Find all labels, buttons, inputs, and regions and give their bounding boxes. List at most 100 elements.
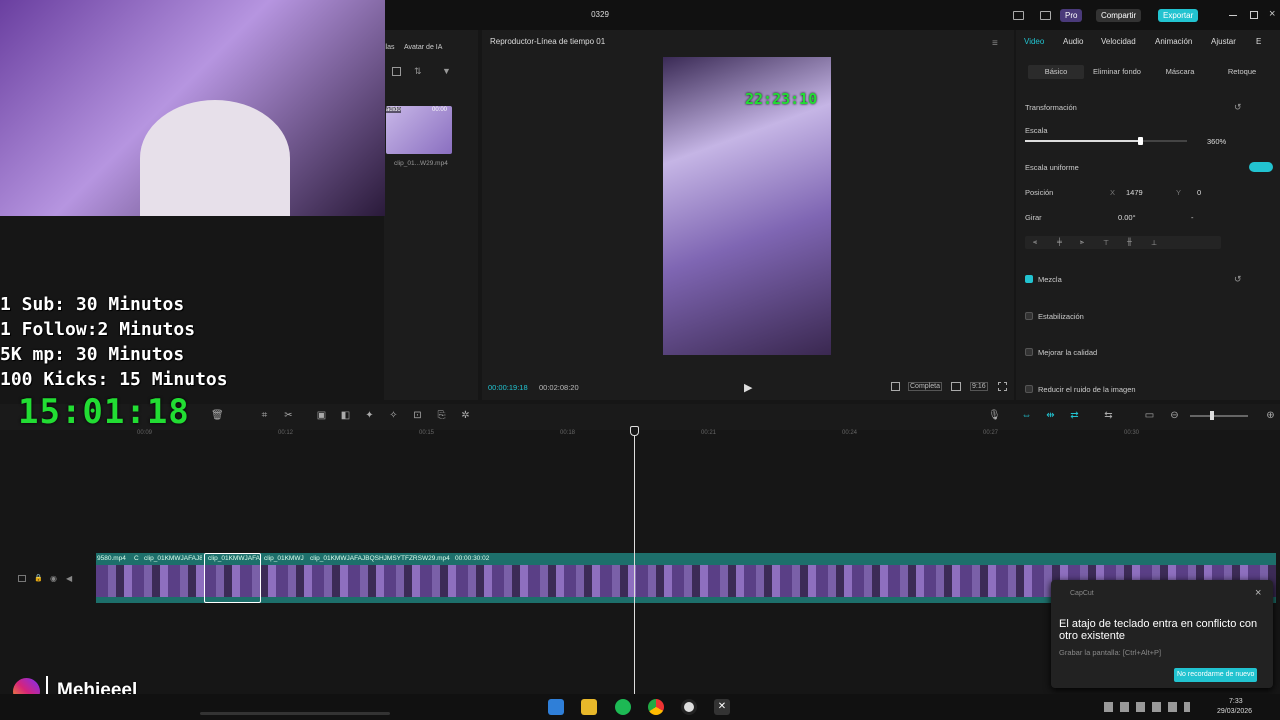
- playhead-handle[interactable]: [630, 426, 639, 436]
- quality-selector[interactable]: Completa: [908, 382, 942, 391]
- pro-label: Pro: [1065, 11, 1078, 20]
- align-top-icon[interactable]: ⊤: [1103, 239, 1109, 247]
- microphone-icon[interactable]: 🎙: [988, 410, 1001, 421]
- toast-close-icon[interactable]: ×: [1255, 587, 1261, 599]
- export-frame-icon[interactable]: ⎘: [436, 410, 447, 421]
- pos-y-input[interactable]: 0: [1197, 188, 1201, 197]
- screenshot-icon[interactable]: [951, 382, 961, 391]
- crop-icon[interactable]: [891, 382, 900, 391]
- effects-icon[interactable]: ✦: [364, 410, 375, 421]
- toast-dismiss-button[interactable]: No recordarme de nuevo: [1174, 668, 1258, 682]
- ratio-selector[interactable]: 9:16: [970, 382, 988, 391]
- toast-message: El atajo de teclado entra en conflicto c…: [1059, 618, 1258, 642]
- capcut-icon[interactable]: ✕: [714, 699, 730, 715]
- ruler-tick: 00:24: [842, 430, 858, 436]
- file-explorer-icon[interactable]: [581, 699, 597, 715]
- scale-slider-handle[interactable]: [1138, 137, 1143, 145]
- scale-slider-track[interactable]: [1025, 140, 1187, 142]
- taskbar: [0, 694, 1280, 720]
- stabilize-checkbox[interactable]: [1025, 312, 1033, 320]
- snap-icon[interactable]: ⇄: [1069, 410, 1080, 421]
- align-center-icon[interactable]: ╪: [1057, 239, 1062, 246]
- caption-icon[interactable]: ▭: [1144, 410, 1155, 421]
- preview-axis-icon[interactable]: ⇆: [1103, 410, 1114, 421]
- zoom-in-icon[interactable]: ⊕: [1265, 410, 1276, 421]
- player-menu-icon[interactable]: ≡: [992, 38, 998, 49]
- windows-start-icon[interactable]: [548, 699, 564, 715]
- minimize-icon[interactable]: [1229, 15, 1237, 16]
- improve-checkbox[interactable]: [1025, 348, 1033, 356]
- transform-label[interactable]: Transformación: [1025, 103, 1077, 112]
- media-thumbnail[interactable]: [386, 106, 452, 154]
- subtab-mask[interactable]: Máscara: [1152, 65, 1208, 79]
- magic-icon[interactable]: ✧: [388, 410, 399, 421]
- ruler-tick: 00:30: [1124, 430, 1140, 436]
- subtab-retouch[interactable]: Retoque: [1214, 65, 1270, 79]
- reset-icon[interactable]: ↺: [1234, 102, 1242, 113]
- zoom-handle[interactable]: [1210, 411, 1214, 420]
- align-middle-icon[interactable]: ╫: [1127, 239, 1132, 246]
- maximize-icon[interactable]: [1250, 11, 1258, 19]
- grid-view-icon[interactable]: [392, 67, 401, 76]
- tab-video[interactable]: Video: [1024, 37, 1044, 46]
- split-icon[interactable]: ✂: [283, 410, 294, 421]
- pos-x-input[interactable]: 1479: [1126, 188, 1143, 197]
- track-visibility-icon[interactable]: ◉: [50, 574, 57, 583]
- close-icon[interactable]: ×: [1269, 8, 1275, 20]
- tab-adjust[interactable]: Ajustar: [1211, 37, 1236, 46]
- crop-tool-icon[interactable]: ⌗: [259, 410, 270, 421]
- export-button[interactable]: Exportar: [1158, 9, 1199, 22]
- track-lock-icon[interactable]: 🔒: [34, 574, 43, 582]
- resize-icon[interactable]: ⊡: [412, 410, 423, 421]
- tab-templates[interactable]: llas: [384, 44, 395, 51]
- preview-clock: 22:23:10: [745, 90, 818, 108]
- pro-button[interactable]: Pro: [1060, 9, 1083, 22]
- track-cover-icon[interactable]: [18, 575, 26, 582]
- sort-icon[interactable]: ⇅: [414, 66, 422, 77]
- filter-icon[interactable]: ▼: [442, 66, 451, 76]
- subtab-basic[interactable]: Básico: [1028, 65, 1084, 79]
- align-right-icon[interactable]: ⫸: [1080, 239, 1084, 247]
- spotify-icon[interactable]: [615, 699, 631, 715]
- blend-checkbox[interactable]: [1025, 275, 1033, 283]
- rotate-input[interactable]: 0.00°: [1118, 213, 1136, 222]
- tab-audio[interactable]: Audio: [1063, 37, 1083, 46]
- obs-icon[interactable]: [681, 699, 697, 715]
- link-icon[interactable]: ⇔: [1021, 410, 1032, 421]
- player-title: Reproductor-Línea de tiempo 01: [490, 37, 606, 46]
- tab-speed[interactable]: Velocidad: [1101, 37, 1136, 46]
- align-bottom-icon[interactable]: ⊥: [1151, 239, 1157, 247]
- zoom-slider[interactable]: [1190, 415, 1248, 417]
- uniform-scale-toggle[interactable]: [1249, 162, 1273, 172]
- tab-more[interactable]: E: [1256, 37, 1261, 46]
- chrome-icon[interactable]: [648, 699, 664, 715]
- play-button[interactable]: ▶: [744, 381, 752, 394]
- magnet-icon[interactable]: ⇹: [1045, 410, 1056, 421]
- export-label: Exportar: [1163, 11, 1194, 20]
- delete-icon[interactable]: 🗑: [211, 410, 224, 421]
- share-label: Compartir: [1101, 11, 1137, 20]
- zoom-out-icon[interactable]: ⊖: [1169, 410, 1180, 421]
- uniform-scale-label: Escala uniforme: [1025, 163, 1079, 172]
- scale-value[interactable]: 360%: [1207, 137, 1226, 146]
- countdown-timer: 15:01:18: [18, 392, 190, 432]
- ai-icon[interactable]: ✲: [460, 410, 471, 421]
- tab-ai-avatar[interactable]: Avatar de IA: [404, 44, 442, 51]
- reset-blend-icon[interactable]: ↺: [1234, 274, 1242, 285]
- mirror-icon[interactable]: ◧: [340, 410, 351, 421]
- playhead[interactable]: [634, 428, 635, 694]
- freeze-icon[interactable]: ▣: [316, 410, 327, 421]
- webcam-person: [140, 100, 290, 216]
- stabilize-label: Estabilización: [1038, 312, 1084, 321]
- track-audio-icon[interactable]: ◀: [66, 574, 72, 583]
- tab-animation[interactable]: Animación: [1155, 37, 1192, 46]
- share-button[interactable]: Compartir: [1096, 9, 1142, 22]
- shortcut-icon[interactable]: [1040, 11, 1051, 20]
- rotate-extra[interactable]: -: [1191, 213, 1194, 222]
- thumb-badge: adido: [386, 107, 401, 113]
- subtab-remove-bg[interactable]: Eliminar fondo: [1088, 65, 1146, 79]
- layout-icon[interactable]: [1013, 11, 1024, 20]
- align-left-icon[interactable]: ⫷: [1033, 239, 1037, 247]
- fullscreen-icon[interactable]: [998, 382, 1007, 391]
- denoise-checkbox[interactable]: [1025, 385, 1033, 393]
